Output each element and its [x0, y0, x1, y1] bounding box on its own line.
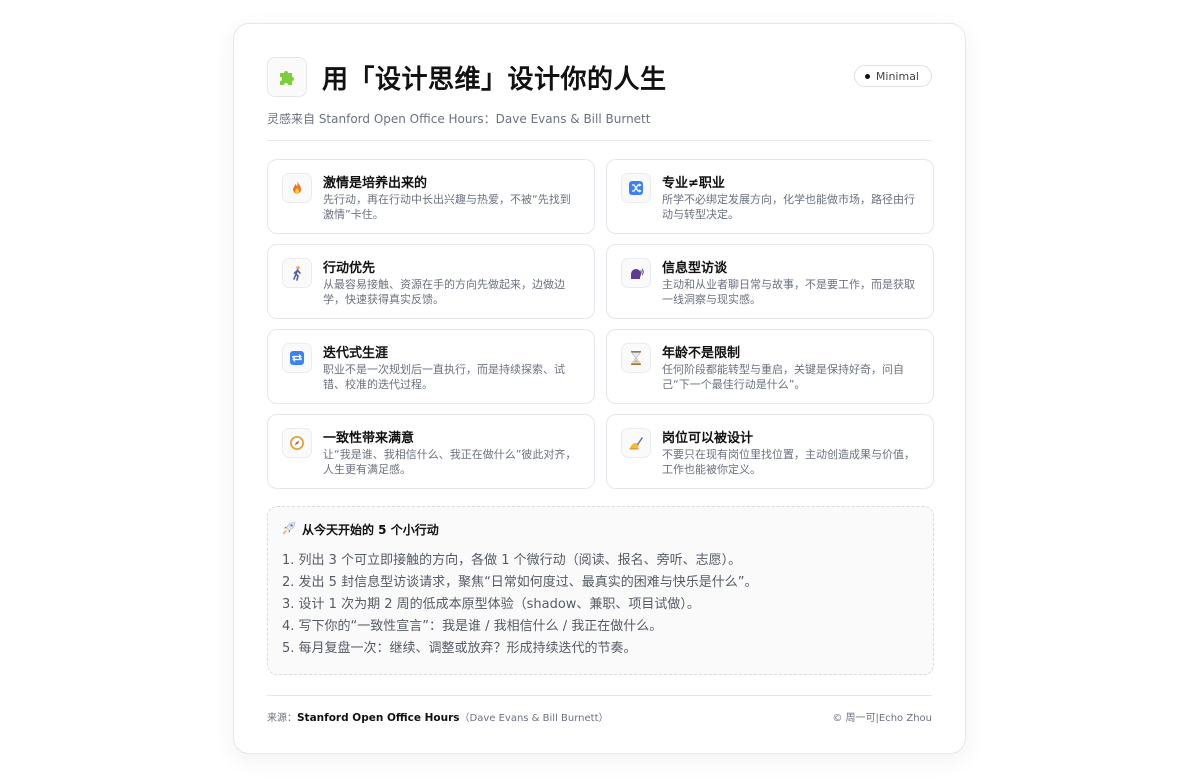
principle-desc: 让“我是谁、我相信什么、我正在做什么”彼此对齐，人生更有满足感。	[323, 448, 577, 476]
actions-heading: 从今天开始的 5 个小行动	[282, 521, 439, 538]
principle-desc: 不要只在现有岗位里找位置，主动创造成果与价值，工作也能被你定义。	[662, 448, 915, 476]
principle-card: 激情是培养出来的 先行动，再在行动中长出兴趣与热爱，不被“先找到激情”卡住。	[267, 159, 595, 234]
rocket-icon	[282, 521, 296, 538]
principle-title: 迭代式生涯	[323, 346, 389, 361]
list-item: 1. 列出 3 个可立即接触的方向，各做 1 个微行动（阅读、报名、旁听、志愿）…	[282, 553, 742, 568]
repeat-icon	[282, 343, 312, 373]
actions-list: 1. 列出 3 个可立即接触的方向，各做 1 个微行动（阅读、报名、旁听、志愿）…	[282, 550, 919, 660]
principle-desc: 所学不必绑定发展方向，化学也能做市场，路径由行动与转型决定。	[662, 193, 915, 221]
principle-desc: 任何阶段都能转型与重启，关键是保持好奇，问自己“下一个最佳行动是什么”。	[662, 363, 904, 391]
shuffle-icon	[621, 173, 651, 203]
principle-desc: 职业不是一次规划后一直执行，而是持续探索、试错、校准的迭代过程。	[323, 363, 565, 391]
list-item: 4. 写下你的“一致性宣言”：我是谁 / 我相信什么 / 我正在做什么。	[282, 619, 663, 634]
actions-panel: 从今天开始的 5 个小行动 1. 列出 3 个可立即接触的方向，各做 1 个微行…	[267, 506, 934, 675]
principle-card: 迭代式生涯 职业不是一次规划后一直执行，而是持续探索、试错、校准的迭代过程。	[267, 329, 595, 404]
source-authors: （Dave Evans & Bill Burnett）	[459, 713, 609, 724]
source-name: Stanford Open Office Hours	[297, 712, 460, 724]
puzzle-icon	[267, 57, 307, 97]
source-label: 来源：	[267, 713, 297, 724]
principle-title: 专业≠职业	[662, 176, 725, 191]
style-badge[interactable]: Minimal	[853, 65, 932, 87]
list-item: 5. 每月复盘一次：继续、调整或放弃？形成持续迭代的节奏。	[282, 641, 637, 656]
hourglass-icon	[621, 343, 651, 373]
writing-hand-icon	[621, 428, 651, 458]
principle-desc: 先行动，再在行动中长出兴趣与热爱，不被“先找到激情”卡住。	[323, 193, 571, 221]
principle-card: 年龄不是限制 任何阶段都能转型与重启，关键是保持好奇，问自己“下一个最佳行动是什…	[606, 329, 934, 404]
principle-title: 年龄不是限制	[662, 346, 741, 361]
principle-card: 岗位可以被设计 不要只在现有岗位里找位置，主动创造成果与价值，工作也能被你定义。	[606, 414, 934, 489]
badge-label: Minimal	[875, 69, 919, 83]
principle-title: 岗位可以被设计	[662, 431, 754, 446]
principle-desc: 从最容易接触、资源在手的方向先做起来，边做边学，快速获得真实反馈。	[323, 278, 565, 306]
principle-title: 行动优先	[323, 261, 376, 276]
principle-card: 行动优先 从最容易接触、资源在手的方向先做起来，边做边学，快速获得真实反馈。	[267, 244, 595, 319]
subtitle: 灵感来自 Stanford Open Office Hours：Dave Eva…	[267, 112, 651, 126]
principle-title: 激情是培养出来的	[323, 176, 428, 191]
page-title: 用「设计思维」设计你的人生	[322, 65, 667, 95]
actions-heading-text: 从今天开始的 5 个小行动	[302, 523, 439, 537]
principle-title: 一致性带来满意	[323, 431, 415, 446]
walking-person-icon	[282, 258, 312, 288]
principle-card: 专业≠职业 所学不必绑定发展方向，化学也能做市场，路径由行动与转型决定。	[606, 159, 934, 234]
content-card: 用「设计思维」设计你的人生 Minimal 灵感来自 Stanford Open…	[233, 23, 966, 754]
principle-card: 信息型访谈 主动和从业者聊日常与故事，不是要工作，而是获取一线洞察与现实感。	[606, 244, 934, 319]
divider	[267, 140, 932, 141]
footer-copyright: © 周一可|Echo Zhou	[832, 713, 932, 724]
header: 用「设计思维」设计你的人生 Minimal	[267, 57, 932, 97]
principle-desc: 主动和从业者聊日常与故事，不是要工作，而是获取一线洞察与现实感。	[662, 278, 915, 306]
list-item: 2. 发出 5 封信息型访谈请求，聚焦“日常如何度过、最真实的困难与快乐是什么”…	[282, 575, 758, 590]
compass-icon	[282, 428, 312, 458]
principles-grid: 激情是培养出来的 先行动，再在行动中长出兴趣与热爱，不被“先找到激情”卡住。 专…	[267, 159, 934, 489]
principle-title: 信息型访谈	[662, 261, 728, 276]
fire-icon	[282, 173, 312, 203]
divider	[267, 695, 932, 696]
speaking-head-icon	[621, 258, 651, 288]
footer-source: 来源：Stanford Open Office Hours（Dave Evans…	[267, 709, 609, 724]
list-item: 3. 设计 1 次为期 2 周的低成本原型体验（shadow、兼职、项目试做）。	[282, 597, 700, 612]
principle-card: 一致性带来满意 让“我是谁、我相信什么、我正在做什么”彼此对齐，人生更有满足感。	[267, 414, 595, 489]
dot-icon	[864, 73, 870, 79]
